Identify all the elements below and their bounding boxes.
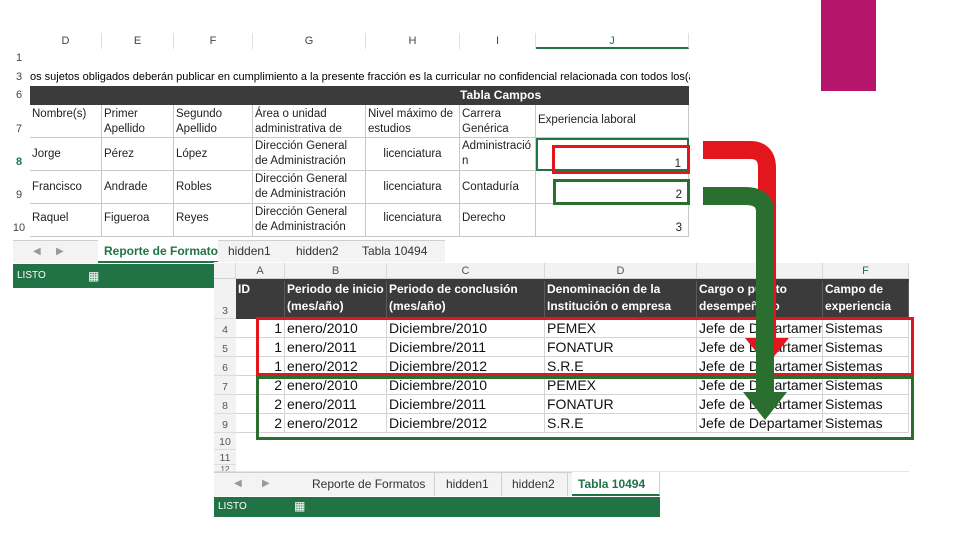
column-header[interactable]: E: [102, 33, 174, 49]
row-number[interactable]: 10: [214, 433, 236, 450]
column-header[interactable]: B: [285, 263, 387, 279]
row-number[interactable]: 6: [214, 357, 236, 376]
header-cell[interactable]: Nombre(s): [30, 105, 102, 138]
column-header[interactable]: F: [174, 33, 253, 49]
row-number[interactable]: 9: [214, 414, 236, 433]
column-header[interactable]: D: [30, 33, 102, 49]
tab-scroll-right-icon[interactable]: ▶: [56, 246, 64, 257]
table-cell[interactable]: Robles: [174, 171, 253, 204]
status-text: LISTO: [218, 501, 247, 512]
header-line: experiencia: [825, 299, 892, 313]
header-cell-periodo-conclusion[interactable]: Periodo de conclusión (mes/año): [387, 281, 545, 318]
column-header[interactable]: D: [545, 263, 697, 279]
status-bar: [214, 497, 660, 517]
highlight-box-red: [552, 145, 690, 174]
tab-reporte-de-formatos[interactable]: Reporte de Formatos: [98, 240, 218, 263]
table-cell[interactable]: Reyes: [174, 204, 253, 237]
header-cell-periodo-inicio[interactable]: Periodo de inicio (mes/año): [285, 281, 387, 318]
row-number[interactable]: 9: [8, 189, 30, 201]
row-number[interactable]: 5: [214, 338, 236, 357]
tab-scroll-left-icon[interactable]: ◀: [234, 478, 242, 489]
highlight-box-red: [256, 317, 914, 376]
header-line: (mes/año): [389, 299, 446, 313]
table-cell[interactable]: Jorge: [30, 138, 102, 171]
arrows-overlay: [703, 141, 789, 420]
row-number[interactable]: 12: [214, 465, 236, 472]
row-number[interactable]: 4: [214, 319, 236, 338]
tab-scroll-left-icon[interactable]: ◀: [33, 246, 41, 257]
table-cell[interactable]: Figueroa: [102, 204, 174, 237]
table-title[interactable]: Tabla Campos: [460, 86, 600, 105]
row3-text[interactable]: os sujetos obligados deberán publicar en…: [30, 70, 690, 84]
row-number[interactable]: 3: [8, 71, 30, 83]
table-cell[interactable]: Dirección General de Administración: [253, 138, 366, 171]
tab-hidden1[interactable]: hidden1: [440, 472, 502, 496]
header-cell[interactable]: Experiencia laboral: [536, 105, 689, 138]
table-cell[interactable]: Andrade: [102, 171, 174, 204]
tab-tabla-10494[interactable]: Tabla 10494: [572, 472, 660, 496]
header-cell[interactable]: Primer Apellido: [102, 105, 174, 138]
table-cell[interactable]: Raquel: [30, 204, 102, 237]
header-cell[interactable]: Segundo Apellido: [174, 105, 253, 138]
table-cell[interactable]: Derecho: [460, 204, 536, 237]
table-cell[interactable]: Pérez: [102, 138, 174, 171]
green-arrow-icon: [703, 187, 774, 395]
select-all-corner[interactable]: [214, 263, 236, 279]
table-cell[interactable]: Administració n: [460, 138, 536, 171]
table-cell[interactable]: López: [174, 138, 253, 171]
tab-reporte-de-formatos[interactable]: Reporte de Formatos: [306, 472, 435, 496]
header-cell-id[interactable]: ID: [236, 281, 285, 318]
header-cell[interactable]: Nivel máximo de estudios: [366, 105, 460, 138]
tab-scroll-right-icon[interactable]: ▶: [262, 478, 270, 489]
header-line: ID: [238, 282, 250, 296]
column-header[interactable]: I: [460, 33, 536, 49]
table-cell[interactable]: licenciatura: [366, 171, 460, 204]
column-header-selected[interactable]: J: [536, 33, 689, 49]
header-line: Periodo de inicio: [287, 282, 384, 296]
row-number-selected[interactable]: 8: [8, 156, 30, 168]
header-cell[interactable]: Carrera Genérica: [460, 105, 536, 138]
header-cell-denominacion[interactable]: Denominación de la Institución o empresa: [545, 281, 697, 318]
row-number[interactable]: 3: [214, 279, 236, 319]
header-cell-campo[interactable]: Campo de experiencia: [823, 281, 909, 318]
column-header[interactable]: F: [823, 263, 909, 279]
row-number[interactable]: 10: [8, 222, 30, 234]
highlight-box-green: [553, 179, 690, 205]
row-number[interactable]: 6: [8, 89, 30, 101]
table-cell[interactable]: Dirección General de Administración: [253, 171, 366, 204]
table-cell[interactable]: 3: [536, 204, 689, 237]
tab-tabla-10494[interactable]: Tabla 10494: [356, 240, 445, 263]
status-text: LISTO: [17, 270, 46, 281]
table-cell[interactable]: Francisco: [30, 171, 102, 204]
header-line: Denominación de la: [547, 282, 661, 296]
row-number[interactable]: 8: [214, 395, 236, 414]
header-cell[interactable]: Área o unidad administrativa de: [253, 105, 366, 138]
row-number[interactable]: 7: [8, 123, 30, 135]
column-header[interactable]: A: [236, 263, 285, 279]
table-cell[interactable]: Contaduría: [460, 171, 536, 204]
green-arrow-head-icon: [743, 392, 787, 420]
table-cell[interactable]: Dirección General de Administración: [253, 204, 366, 237]
table-cell[interactable]: licenciatura: [366, 138, 460, 171]
highlight-box-green: [256, 376, 914, 440]
accent-block: [821, 0, 876, 91]
column-header[interactable]: H: [366, 33, 460, 49]
header-line: Campo de: [825, 282, 884, 296]
column-header[interactable]: G: [253, 33, 366, 49]
header-line: Periodo de conclusión: [389, 282, 518, 296]
table-cell[interactable]: licenciatura: [366, 204, 460, 237]
macro-icon[interactable]: ▦: [294, 494, 305, 518]
row-number[interactable]: 7: [214, 376, 236, 395]
macro-icon[interactable]: ▦: [88, 264, 99, 288]
header-line: (mes/año): [287, 299, 344, 313]
row-number[interactable]: 11: [214, 450, 236, 465]
header-line: Institución o empresa: [547, 299, 672, 313]
tab-hidden1[interactable]: hidden1: [222, 240, 284, 263]
tab-hidden2[interactable]: hidden2: [506, 472, 568, 496]
row-number[interactable]: 1: [8, 52, 30, 64]
column-header[interactable]: C: [387, 263, 545, 279]
tab-hidden2[interactable]: hidden2: [290, 240, 352, 263]
